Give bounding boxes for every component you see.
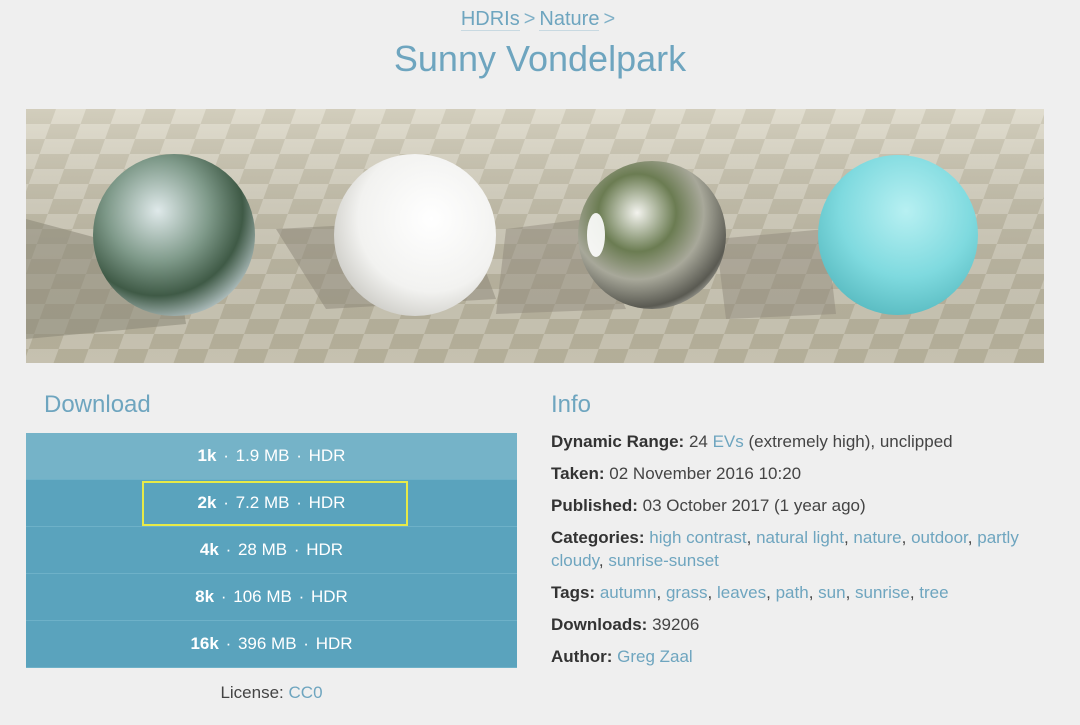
info-heading: Info <box>551 391 592 418</box>
taken-value: 02 November 2016 10:20 <box>609 464 802 483</box>
license-line: License: CC0 <box>26 683 517 703</box>
info-categories: Categories: high contrast, natural light… <box>551 528 1019 570</box>
page-title: Sunny Vondelpark <box>393 38 687 79</box>
separator-dot: · <box>298 587 305 606</box>
author-link[interactable]: Greg Zaal <box>617 647 693 666</box>
downloads-value: 39206 <box>652 615 700 634</box>
download-resolution: 16k <box>190 634 219 653</box>
download-option-1k[interactable]: 1k · 1.9 MB · HDR <box>26 433 517 480</box>
download-size: 28 MB <box>237 540 288 559</box>
published-value: 03 October 2017 (1 year ago) <box>642 496 866 515</box>
info-downloads: Downloads: 39206 <box>551 613 1021 636</box>
info-dynamic-range: Dynamic Range: 24 EVs (extremely high), … <box>551 430 1021 453</box>
tag-link[interactable]: leaves <box>717 583 766 602</box>
tag-link[interactable]: sunrise <box>855 583 910 602</box>
download-resolution: 8k <box>195 587 215 606</box>
categories-label: Categories: <box>551 528 645 547</box>
tag-link[interactable]: sun <box>818 583 845 602</box>
breadcrumb: HDRIs > Nature > <box>0 8 1080 31</box>
taken-label: Taken: <box>551 464 605 483</box>
author-label: Author: <box>551 647 613 666</box>
breadcrumb-nature-link[interactable]: Nature <box>539 8 600 31</box>
download-options-list: 1k · 1.9 MB · HDR 2k · 7.2 MB · HDR 4k ·… <box>26 433 517 668</box>
tag-link[interactable]: tree <box>919 583 948 602</box>
breadcrumb-separator: > <box>603 8 616 30</box>
breadcrumb-separator: > <box>523 8 536 30</box>
download-option-2k[interactable]: 2k · 7.2 MB · HDR <box>26 480 517 527</box>
license-label: License: <box>220 683 284 702</box>
tag-link[interactable]: path <box>776 583 809 602</box>
tag-link[interactable]: autumn <box>600 583 657 602</box>
hdri-preview-image <box>26 109 1044 363</box>
separator-dot: · <box>223 446 229 465</box>
download-format: HDR <box>310 587 348 606</box>
downloads-label: Downloads: <box>551 615 648 634</box>
info-author: Author: Greg Zaal <box>551 645 1021 668</box>
evs-link[interactable]: EVs <box>713 432 744 451</box>
tags-label: Tags: <box>551 583 596 602</box>
breadcrumb-hdris-link[interactable]: HDRIs <box>460 8 520 31</box>
download-format: HDR <box>315 634 353 653</box>
separator-dot: · <box>225 634 232 653</box>
license-link[interactable]: CC0 <box>289 683 323 702</box>
selection-highlight <box>142 481 408 526</box>
download-resolution: 1k <box>197 446 217 465</box>
download-heading: Download <box>44 391 151 418</box>
dynamic-range-value: 24 <box>688 432 708 451</box>
category-link[interactable]: nature <box>853 528 901 547</box>
separator-dot: · <box>303 634 309 653</box>
published-label: Published: <box>551 496 638 515</box>
download-resolution: 4k <box>199 540 219 559</box>
download-format: HDR <box>306 540 344 559</box>
separator-dot: · <box>296 446 302 465</box>
download-option-8k[interactable]: 8k · 106 MB · HDR <box>26 574 517 621</box>
category-link[interactable]: natural light <box>756 528 844 547</box>
download-option-4k[interactable]: 4k · 28 MB · HDR <box>26 527 517 574</box>
category-link[interactable]: sunrise-sunset <box>608 551 719 570</box>
separator-dot: · <box>225 540 232 559</box>
info-tags: Tags: autumn, grass, leaves, path, sun, … <box>551 583 949 602</box>
info-panel: Dynamic Range: 24 EVs (extremely high), … <box>551 430 1021 677</box>
separator-dot: · <box>220 587 227 606</box>
download-size: 106 MB <box>233 587 292 606</box>
category-link[interactable]: high contrast <box>649 528 746 547</box>
category-link[interactable]: outdoor <box>911 528 968 547</box>
tag-link[interactable]: grass <box>666 583 708 602</box>
download-format: HDR <box>308 446 346 465</box>
separator-dot: · <box>293 540 300 559</box>
dynamic-range-note: (extremely high), unclipped <box>748 432 953 451</box>
download-size: 1.9 MB <box>235 446 290 465</box>
download-size: 396 MB <box>237 634 297 653</box>
info-published: Published: 03 October 2017 (1 year ago) <box>551 494 1021 517</box>
dynamic-range-label: Dynamic Range: <box>551 432 685 451</box>
download-option-16k[interactable]: 16k · 396 MB · HDR <box>26 621 517 668</box>
info-taken: Taken: 02 November 2016 10:20 <box>551 462 1021 485</box>
